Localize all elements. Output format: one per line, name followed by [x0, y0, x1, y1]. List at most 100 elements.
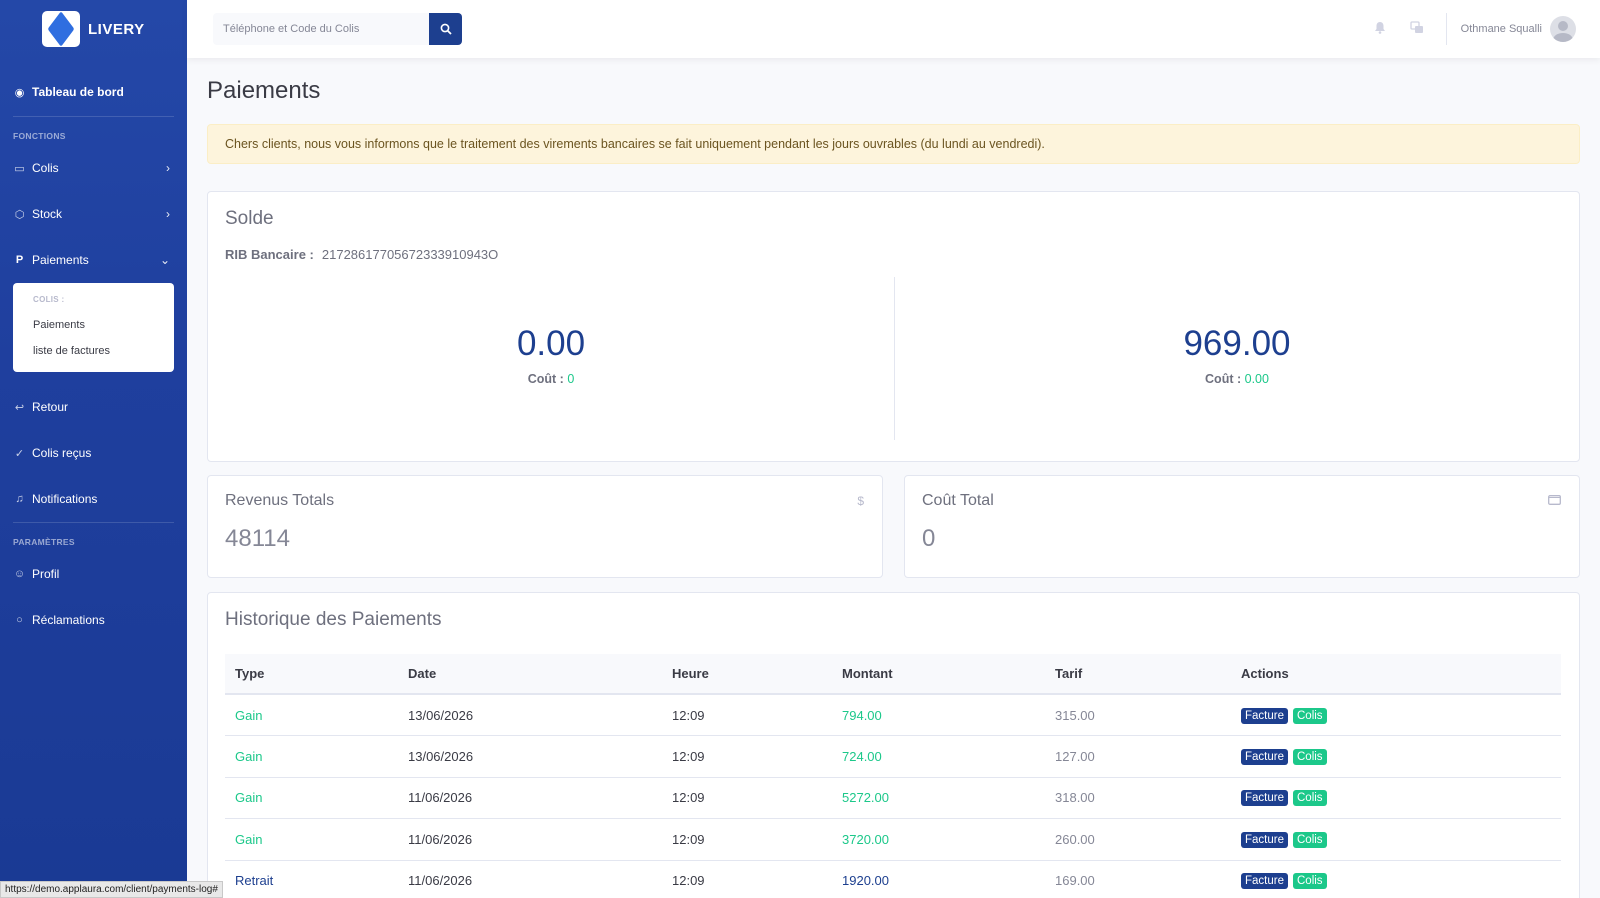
solde-card: Solde RIB Bancaire : 21728617705672333910… [207, 191, 1580, 462]
paypal-icon: P [15, 254, 24, 266]
cell-type: Gain [225, 735, 398, 778]
solde-title: Solde [225, 208, 274, 229]
search-icon [440, 23, 452, 35]
status-bar-url: https://demo.applaura.com/client/payment… [0, 881, 223, 898]
cell-montant: 5272.00 [832, 777, 1045, 819]
facture-button[interactable]: Facture [1241, 831, 1288, 848]
cell-actions: Facture Colis [1231, 735, 1561, 778]
revenus-card: Revenus Totals $ 48114 [207, 475, 883, 578]
payments-table: Type Date Heure Montant Tarif Actions Ga… [225, 654, 1561, 898]
cell-tarif: 169.00 [1045, 860, 1231, 898]
facture-button[interactable]: Facture [1241, 873, 1288, 890]
sidebar-item-colis-recus[interactable]: ✓ Colis reçus [0, 430, 187, 476]
page-title: Paiements [207, 77, 321, 104]
cell-heure: 12:09 [662, 694, 832, 736]
cell-heure: 12:09 [662, 777, 832, 819]
sidebar: LIVERY ◉ Tableau de bord FONCTIONS ▭ Col… [0, 0, 187, 898]
facture-button[interactable]: Facture [1241, 790, 1288, 807]
check-circle-icon: ✓ [14, 447, 25, 460]
column-header: Actions [1231, 654, 1561, 695]
facture-button[interactable]: Facture [1241, 748, 1288, 765]
sidebar-item-label: Tableau de bord [32, 85, 124, 99]
rib-info: RIB Bancaire : 21728617705672333910943O [225, 247, 498, 262]
colis-button[interactable]: Colis [1293, 790, 1327, 807]
language-icon[interactable] [1410, 21, 1424, 37]
revenus-title: Revenus Totals [225, 492, 335, 509]
facture-button[interactable]: Facture [1241, 707, 1288, 724]
search-button[interactable] [429, 13, 462, 45]
chevron-right-icon: › [166, 207, 170, 221]
cell-heure: 12:09 [662, 735, 832, 778]
cout-title: Coût Total [922, 492, 994, 509]
balance-amount: 0.00 [516, 324, 586, 363]
cell-actions: Facture Colis [1231, 694, 1561, 736]
table-row: Gain 13/06/2026 12:09 724.00 127.00 Facture Co… [225, 735, 1561, 778]
cell-heure: 12:09 [662, 818, 832, 861]
sidebar-item-label: Notifications [32, 492, 98, 506]
sidebar-item-label: Réclamations [32, 613, 105, 627]
cell-actions: Facture Colis [1231, 777, 1561, 819]
avatar[interactable] [1550, 16, 1576, 42]
rib-label: RIB Bancaire : [225, 247, 314, 262]
balance-cost: Coût : 0 [208, 372, 894, 386]
box-icon: ▭ [14, 162, 25, 175]
sidebar-item-label: Profil [32, 567, 60, 581]
submenu-item-factures[interactable]: liste de factures [13, 338, 174, 364]
search-input[interactable] [213, 13, 429, 45]
user-name[interactable]: Othmane Squalli [1461, 23, 1542, 35]
cell-tarif: 318.00 [1045, 777, 1231, 819]
revenus-value: 48114 [225, 525, 290, 552]
sidebar-item-label: Stock [32, 207, 63, 221]
search-bar [213, 13, 462, 45]
paiements-submenu: COLIS : Paiements liste de factures [13, 283, 174, 372]
sidebar-item-colis[interactable]: ▭ Colis › [0, 145, 187, 191]
brand[interactable]: LIVERY [0, 0, 187, 58]
cout-card: Coût Total 0 [904, 475, 1580, 578]
cost-label: Coût : [527, 372, 564, 386]
sidebar-heading-fonctions: FONCTIONS [13, 131, 66, 141]
rib-value: 21728617705672333910943O [321, 247, 499, 262]
sidebar-item-profil[interactable]: ☺ Profil [0, 551, 187, 597]
info-alert: Chers clients, nous vous informons que l… [207, 124, 1580, 164]
column-header: Date [398, 654, 662, 695]
sidebar-item-retour[interactable]: ↩ Retour [0, 384, 187, 430]
main-content: Paiements Chers clients, nous vous infor… [207, 58, 1580, 898]
cell-montant: 794.00 [832, 694, 1045, 736]
cost-label: Coût : [1205, 372, 1242, 386]
tachometer-icon: ◉ [14, 86, 25, 99]
sidebar-item-paiements[interactable]: P Paiements ⌄ [0, 237, 187, 283]
topbar: Othmane Squalli [187, 0, 1600, 58]
history-title: Historique des Paiements [225, 609, 442, 630]
colis-button[interactable]: Colis [1293, 748, 1327, 765]
logo-icon [42, 11, 80, 47]
bell-icon[interactable] [1374, 21, 1386, 37]
cell-type: Gain [225, 818, 398, 861]
sidebar-item-stock[interactable]: ⬡ Stock › [0, 191, 187, 237]
sidebar-item-reclamations[interactable]: ○ Réclamations [0, 597, 187, 643]
cost-value: 0.00 [1244, 372, 1269, 386]
colis-button[interactable]: Colis [1293, 707, 1327, 724]
stats-row: Revenus Totals $ 48114 Coût Total 0 [207, 475, 1580, 578]
submenu-heading: COLIS : [33, 295, 65, 304]
balance-cost: Coût : 0.00 [894, 372, 1580, 386]
sidebar-item-label: Colis reçus [32, 446, 92, 460]
cell-tarif: 260.00 [1045, 818, 1231, 861]
table-header: Type Date Heure Montant Tarif Actions [225, 654, 1561, 695]
colis-button[interactable]: Colis [1293, 873, 1327, 890]
balance-amount: 969.00 [1183, 324, 1291, 363]
table-row: Gain 11/06/2026 12:09 3720.00 260.00 Facture C… [225, 818, 1561, 861]
cell-date: 13/06/2026 [398, 735, 662, 778]
sidebar-item-notifications[interactable]: ♫ Notifications [0, 476, 187, 522]
sidebar-item-dashboard[interactable]: ◉ Tableau de bord [0, 68, 187, 116]
comment-icon: ○ [16, 614, 23, 626]
topbar-divider [1445, 13, 1447, 45]
sidebar-heading-parametres: PARAMÈTRES [13, 537, 75, 547]
submenu-item-paiements[interactable]: Paiements [13, 312, 174, 338]
balance-left: 0.00 Coût : 0 [208, 324, 894, 386]
colis-button[interactable]: Colis [1293, 831, 1327, 848]
cell-date: 11/06/2026 [398, 860, 662, 898]
balance-right: 969.00 Coût : 0.00 [894, 324, 1580, 386]
cube-icon: ⬡ [14, 208, 25, 221]
cell-type: Retrait [225, 860, 398, 898]
cell-actions: Facture Colis [1231, 818, 1561, 861]
